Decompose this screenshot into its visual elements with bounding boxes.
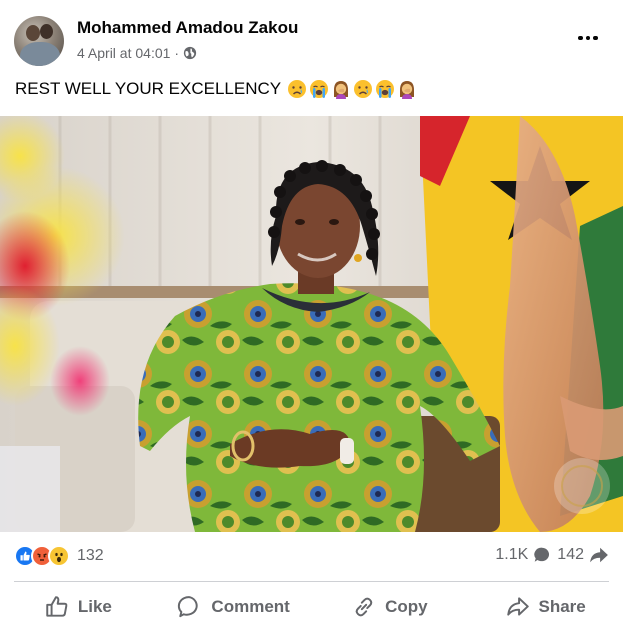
post-actions: Like Comment Copy Share [0,588,623,626]
more-options-button[interactable] [574,26,602,50]
copy-button[interactable]: Copy [312,588,468,626]
crying-face-icon [354,80,373,98]
wow-reaction-icon [48,545,70,567]
caption-text: REST WELL YOUR EXCELLENCY [15,79,282,98]
actions-divider [14,581,609,582]
more-dot-icon [578,35,583,41]
post-timestamp[interactable]: 4 April at 04:01 [77,45,170,61]
comment-icon [178,596,199,618]
like-label: Like [77,597,112,616]
copy-label: Copy [385,597,428,616]
shares-count: 142 [557,546,584,563]
reactions-summary[interactable]: 132 [14,545,104,567]
photo-illustration [0,116,623,532]
caption-emojis [287,79,417,99]
reaction-count[interactable]: 132 [77,547,104,565]
meta-separator: · [174,45,180,61]
post-caption: REST WELL YOUR EXCELLENCY [15,79,417,99]
link-icon [355,597,373,617]
woman-facepalming-icon [334,81,349,99]
like-button[interactable]: Like [0,588,156,626]
share-icon [506,597,529,616]
loudly-crying-face-icon [376,80,395,98]
globe-icon [183,46,197,60]
share-button[interactable]: Share [467,588,623,626]
share-arrow-icon [590,547,608,563]
crying-face-icon [288,80,307,98]
post-meta: 4 April at 04:01 · [77,45,197,61]
comments-stat[interactable]: 1.1K [495,546,551,564]
post-header: Mohammed Amadou Zakou 4 April at 04:01 · [0,0,623,70]
comment-button[interactable]: Comment [156,588,312,626]
post-stats: 1.1K 142 [495,546,609,564]
woman-facepalming-icon [400,81,415,99]
loudly-crying-face-icon [310,80,329,98]
comments-count: 1.1K [495,546,529,563]
author-name[interactable]: Mohammed Amadou Zakou [77,18,298,38]
avatar[interactable] [14,16,64,66]
shares-stat[interactable]: 142 [557,546,609,564]
thumbs-up-icon [46,596,68,617]
post-photo[interactable] [0,116,623,532]
comment-label: Comment [211,597,290,616]
comment-bubble-icon [534,547,550,562]
share-label: Share [538,597,586,616]
